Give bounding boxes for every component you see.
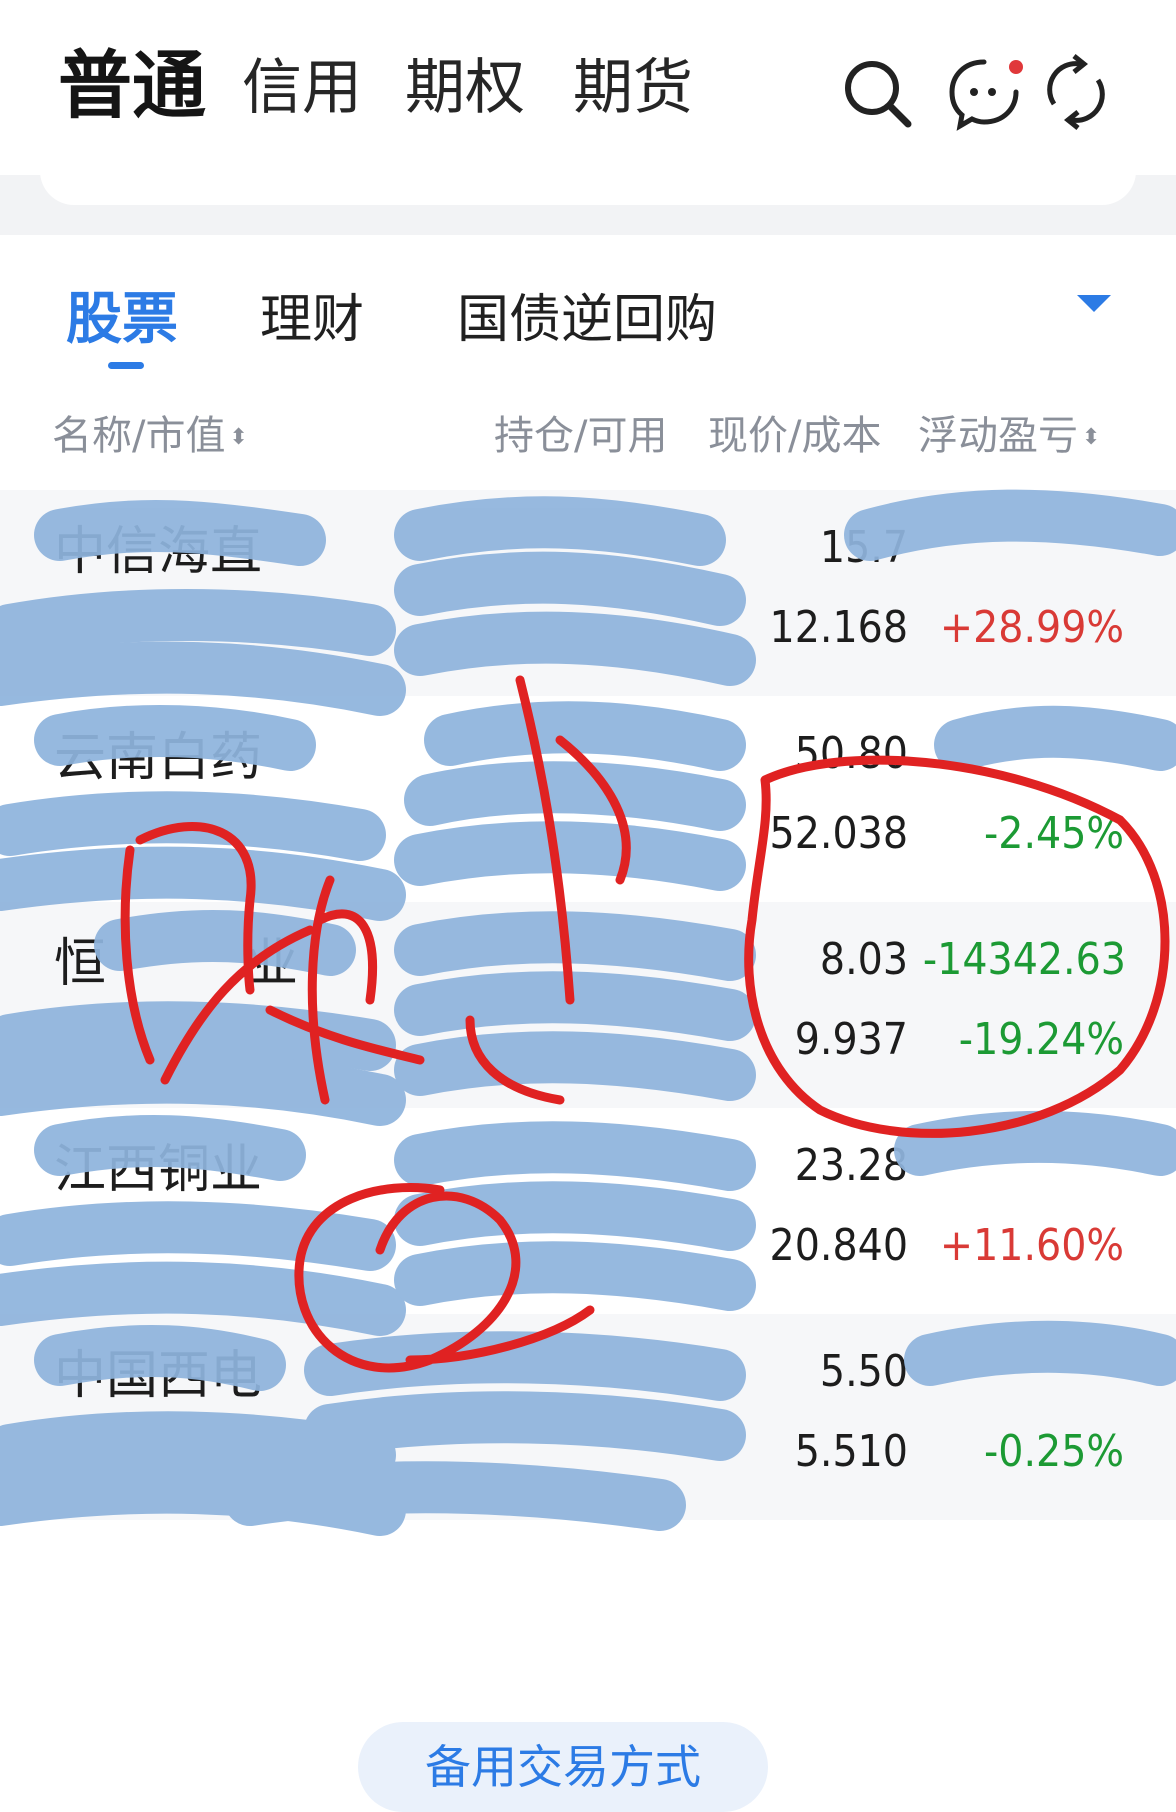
- stock-name: 中国西电: [54, 1346, 263, 1406]
- floating-pl: -14342.63: [922, 934, 1126, 985]
- cost-price: 9.937: [794, 1014, 908, 1065]
- current-price: 15.7: [819, 522, 908, 573]
- summary-card-edge: [40, 165, 1136, 205]
- pl-percent: -2.45%: [983, 808, 1124, 859]
- table-row[interactable]: 中国西电 5.50 5.510 -0.25%: [0, 1314, 1176, 1520]
- cost-price: 12.168: [769, 602, 908, 653]
- tab-futures[interactable]: 期货: [573, 48, 693, 128]
- tab-normal[interactable]: 普通: [58, 46, 206, 126]
- col-name-value[interactable]: 名称/市值 ⬍: [52, 408, 248, 466]
- table-row[interactable]: 云南白药 50.80 52.038 -2.45%: [0, 696, 1176, 902]
- stock-name: 江西铜业: [54, 1140, 263, 1200]
- pl-percent: -19.24%: [958, 1014, 1124, 1065]
- stock-name: 中信海直: [54, 522, 263, 582]
- pl-percent: -0.25%: [983, 1426, 1124, 1477]
- tab-wealth[interactable]: 理财: [260, 285, 364, 355]
- dropdown-caret-icon[interactable]: [1077, 295, 1111, 312]
- col-holding: 持仓/可用: [494, 413, 668, 459]
- cost-price: 5.510: [794, 1426, 908, 1477]
- col-floating-pl-label: 浮动盈亏: [918, 413, 1078, 459]
- current-price: 23.28: [794, 1140, 908, 1191]
- table-row[interactable]: 恒业 8.03 9.937 -14342.63 -19.24%: [0, 902, 1176, 1108]
- stock-name: 恒业: [54, 932, 298, 996]
- current-price: 50.80: [794, 728, 908, 779]
- active-tab-indicator: [108, 362, 144, 369]
- stock-name-part: 恒: [54, 934, 107, 994]
- backup-trading-button[interactable]: 备用交易方式: [358, 1722, 768, 1812]
- tab-treasury-repo[interactable]: 国债逆回购: [457, 285, 717, 355]
- table-row[interactable]: 江西铜业 23.28 20.840 +11.60%: [0, 1108, 1176, 1314]
- tab-credit[interactable]: 信用: [242, 48, 362, 128]
- pl-percent: +28.99%: [939, 602, 1124, 653]
- tab-options[interactable]: 期权: [405, 48, 525, 128]
- refresh-icon[interactable]: [1036, 52, 1116, 132]
- cost-price: 20.840: [769, 1220, 908, 1271]
- current-price: 8.03: [819, 934, 908, 985]
- pl-percent: +11.60%: [939, 1220, 1124, 1271]
- message-icon[interactable]: [944, 52, 1024, 132]
- stock-name-part: 业: [246, 934, 299, 994]
- sort-icon: ⬍: [1082, 425, 1101, 450]
- stock-name: 云南白药: [54, 728, 263, 788]
- current-price: 5.50: [819, 1346, 908, 1397]
- tab-stocks[interactable]: 股票: [66, 285, 178, 355]
- col-floating-pl[interactable]: 浮动盈亏 ⬍: [918, 408, 1100, 466]
- cost-price: 52.038: [769, 808, 908, 859]
- sort-icon: ⬍: [229, 425, 248, 450]
- table-row[interactable]: 中信海直 15.7 12.168 +28.99%: [0, 490, 1176, 696]
- top-bar: 普通 信用 期权 期货: [0, 0, 1176, 175]
- search-icon[interactable]: [838, 52, 918, 132]
- col-name-value-label: 名称/市值: [52, 413, 226, 459]
- col-price-cost: 现价/成本: [708, 413, 882, 459]
